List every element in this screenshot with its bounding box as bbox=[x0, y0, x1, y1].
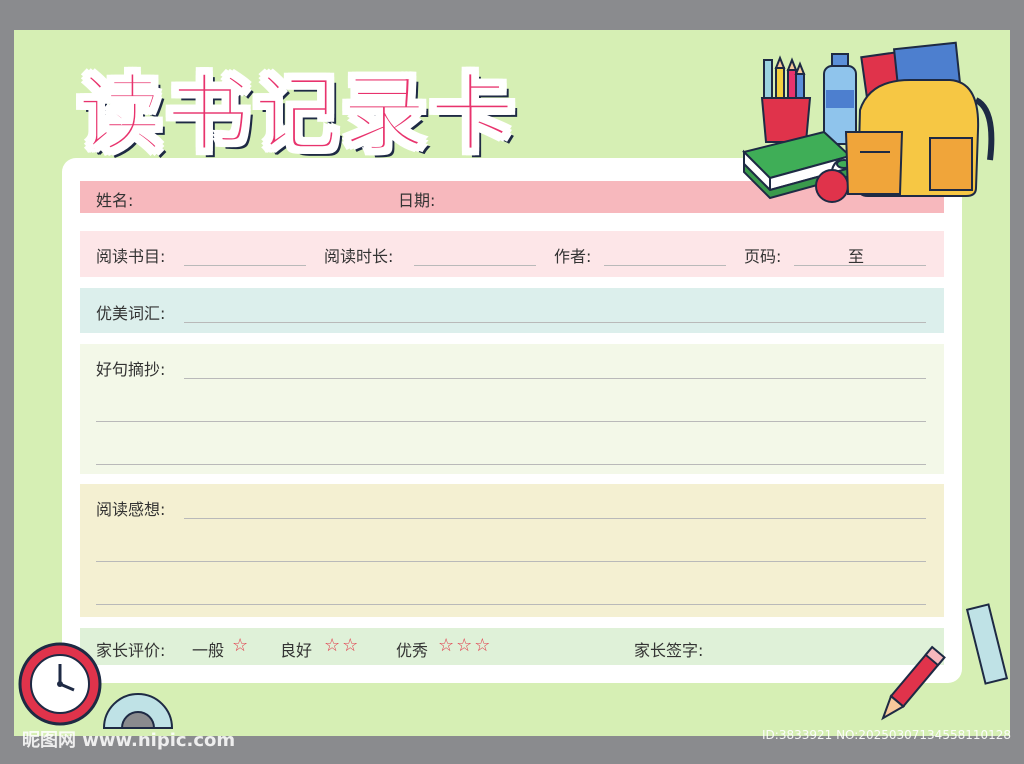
duration-field[interactable] bbox=[414, 265, 536, 266]
vocab-label: 优美词汇: bbox=[96, 304, 166, 323]
sentences-row: 好句摘抄: bbox=[80, 344, 944, 474]
thoughts-label: 阅读感想: bbox=[96, 500, 166, 519]
title-char: 读 bbox=[77, 64, 163, 164]
author-label: 作者: bbox=[554, 247, 592, 266]
book-field[interactable] bbox=[184, 265, 306, 266]
title-char: 录 bbox=[341, 64, 427, 164]
rating-level-1: 一般 bbox=[192, 641, 225, 660]
date-label: 日期: bbox=[398, 191, 436, 210]
duration-label: 阅读时长: bbox=[324, 247, 394, 266]
title-char: 记 bbox=[253, 64, 339, 164]
star-icon[interactable]: ☆☆ bbox=[324, 635, 360, 656]
rating-level-3: 优秀 bbox=[396, 641, 429, 660]
backpack-icon bbox=[844, 41, 995, 197]
name-label: 姓名: bbox=[96, 191, 134, 210]
star-icon[interactable]: ☆ bbox=[232, 635, 250, 656]
sentences-line[interactable] bbox=[96, 421, 926, 422]
thoughts-line[interactable] bbox=[96, 561, 926, 562]
sentences-label: 好句摘抄: bbox=[96, 360, 166, 379]
pages-to-label: 至 bbox=[848, 247, 865, 266]
signature-label: 家长签字: bbox=[634, 641, 704, 660]
watermark-left: 昵图网 www.nipic.com bbox=[22, 730, 236, 751]
page-title: 读 书 记 录 卡 bbox=[77, 58, 515, 170]
sentences-line[interactable] bbox=[96, 464, 926, 465]
rating-level-2: 良好 bbox=[280, 641, 313, 660]
vocab-row: 优美词汇: bbox=[80, 288, 944, 333]
star-icon[interactable]: ☆☆☆ bbox=[438, 635, 492, 656]
water-bottle-icon bbox=[823, 53, 857, 145]
clock-icon bbox=[18, 642, 102, 726]
thoughts-row: 阅读感想: bbox=[80, 484, 944, 617]
ruler-icon bbox=[965, 603, 1009, 685]
vocab-field[interactable] bbox=[184, 322, 926, 323]
author-field[interactable] bbox=[604, 265, 726, 266]
pencil-cup-icon bbox=[760, 55, 812, 143]
thoughts-line[interactable] bbox=[96, 604, 926, 605]
title-char: 书 bbox=[165, 64, 251, 164]
title-char: 卡 bbox=[429, 64, 515, 164]
school-supplies-illustration bbox=[742, 41, 995, 203]
protractor-icon bbox=[102, 693, 174, 729]
sentences-line[interactable] bbox=[184, 378, 926, 379]
pencil-icon bbox=[881, 645, 946, 721]
watermark-right: ID:3833921 NO:20250307134558110128 bbox=[762, 728, 1012, 742]
book-info-row: 阅读书目: 阅读时长: 作者: 页码: 至 bbox=[80, 231, 944, 277]
rating-row: 家长评价: 一般 ☆ 良好 ☆☆ 优秀 ☆☆☆ 家长签字: bbox=[80, 628, 944, 665]
pages-label: 页码: bbox=[744, 247, 782, 266]
book-label: 阅读书目: bbox=[96, 247, 166, 266]
thoughts-line[interactable] bbox=[184, 518, 926, 519]
